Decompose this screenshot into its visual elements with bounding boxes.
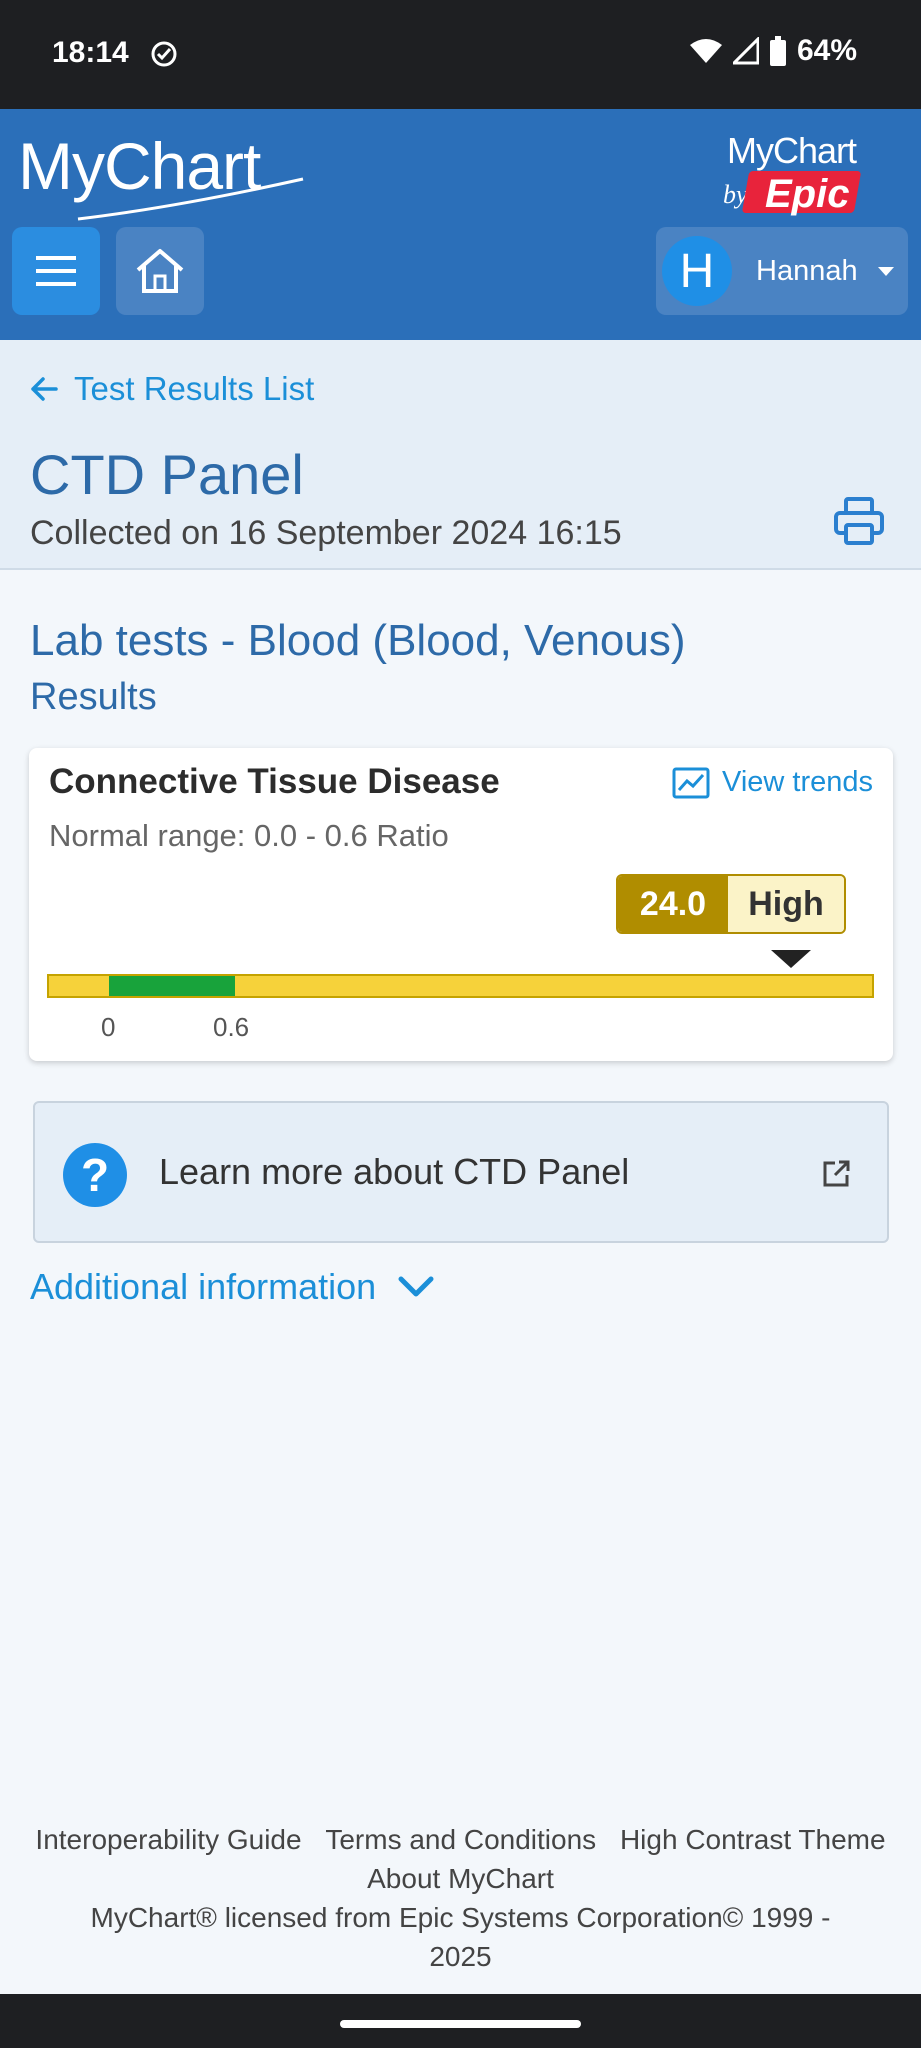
learn-more-box[interactable]: ? Learn more about CTD Panel: [33, 1101, 889, 1243]
normal-range-segment: [109, 976, 235, 996]
question-icon: ?: [63, 1143, 127, 1207]
avatar: H: [662, 236, 732, 306]
user-name: Hannah: [756, 254, 858, 287]
status-time: 18:14: [52, 36, 129, 69]
result-value: 24.0: [618, 876, 728, 932]
trend-chart-icon: [672, 767, 710, 798]
svg-text:MyChart: MyChart: [727, 130, 857, 171]
battery-level: 64%: [796, 34, 857, 67]
view-trends-link[interactable]: View trends: [672, 766, 873, 799]
footer: Interoperability Guide Terms and Conditi…: [0, 1820, 921, 1976]
page-title: CTD Panel: [30, 443, 304, 506]
back-arrow-icon: [31, 377, 58, 401]
range-bar: [47, 974, 874, 998]
tick-low: 0: [101, 1012, 116, 1042]
additional-information-label: Additional information: [30, 1266, 377, 1307]
menu-button[interactable]: [12, 227, 100, 315]
footer-link-about[interactable]: About MyChart: [367, 1863, 554, 1894]
caret-down-icon: [877, 266, 894, 276]
home-button[interactable]: [116, 227, 204, 315]
section-title: Lab tests - Blood (Blood, Venous): [30, 616, 686, 665]
wifi-icon: [689, 39, 722, 63]
footer-link-high-contrast[interactable]: High Contrast Theme: [620, 1824, 886, 1855]
home-icon: [136, 249, 184, 293]
svg-text:Epic: Epic: [765, 172, 849, 216]
back-to-results-link[interactable]: Test Results List: [30, 370, 314, 408]
learn-more-label: Learn more about CTD Panel: [159, 1151, 630, 1192]
svg-text:MyChart: MyChart: [18, 129, 261, 203]
status-icons: 64%: [689, 34, 857, 68]
footer-link-terms[interactable]: Terms and Conditions: [325, 1824, 596, 1855]
result-card: Connective Tissue Disease View trends No…: [29, 748, 893, 1061]
value-marker: [771, 950, 811, 968]
footer-copyright: MyChart® licensed from Epic Systems Corp…: [90, 1902, 831, 1972]
battery-icon: [769, 36, 786, 66]
title-band: Test Results List CTD Panel Collected on…: [0, 340, 921, 570]
collected-date: Collected on 16 September 2024 16:15: [30, 514, 622, 552]
section-subtitle: Results: [30, 676, 157, 718]
user-menu-button[interactable]: H Hannah: [656, 227, 908, 315]
footer-links: Interoperability Guide Terms and Conditi…: [0, 1820, 921, 1898]
component-name: Connective Tissue Disease: [49, 762, 500, 801]
mychart-logo: MyChart: [18, 129, 304, 221]
normal-range: Normal range: 0.0 - 0.6 Ratio: [49, 818, 449, 853]
check-circle-icon: [151, 41, 177, 67]
status-bar: 18:14 64%: [0, 0, 921, 109]
print-icon[interactable]: [833, 495, 885, 547]
result-flag: 24.0 High: [616, 874, 846, 934]
app-header: MyChart MyChart by Epic H Hannah: [0, 109, 921, 340]
mychart-by-epic-logo: MyChart by Epic: [723, 130, 861, 216]
signal-icon: [732, 37, 759, 65]
back-link-label: Test Results List: [74, 370, 315, 407]
additional-information-toggle[interactable]: Additional information: [30, 1266, 434, 1308]
result-flag-label: High: [728, 876, 844, 932]
chevron-down-icon: [398, 1276, 434, 1297]
gesture-handle[interactable]: [340, 2020, 581, 2028]
footer-link-interoperability[interactable]: Interoperability Guide: [35, 1824, 301, 1855]
external-link-icon: [823, 1160, 850, 1187]
system-nav-bar: [0, 1994, 921, 2048]
view-trends-label: View trends: [722, 766, 873, 798]
hamburger-icon: [36, 256, 76, 286]
tick-high: 0.6: [213, 1012, 250, 1042]
